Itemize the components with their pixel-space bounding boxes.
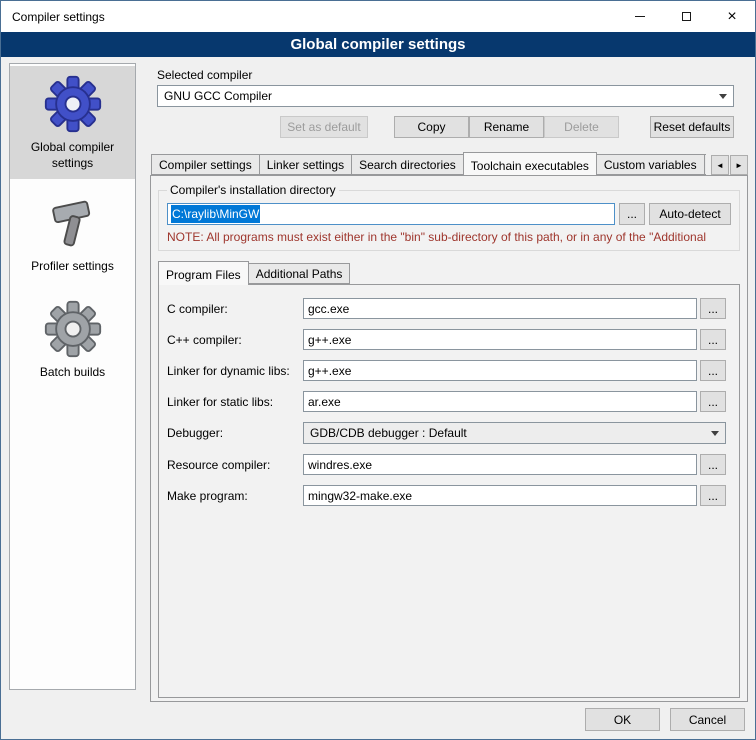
dialog-header: Global compiler settings xyxy=(1,32,755,57)
ok-button[interactable]: OK xyxy=(585,708,660,731)
install-dir-group: Compiler's installation directory C:\ray… xyxy=(158,183,740,251)
tab-scroll-left-button[interactable]: ◄ xyxy=(711,155,729,175)
make-program-label: Make program: xyxy=(167,489,303,503)
program-files-page: C compiler: ... C++ compiler: ... Linker… xyxy=(158,284,740,698)
sidebar-item-batch-builds[interactable]: Batch builds xyxy=(10,291,135,389)
dynamic-linker-browse-button[interactable]: ... xyxy=(700,360,726,381)
tab-search-directories[interactable]: Search directories xyxy=(351,154,464,175)
selected-compiler-label: Selected compiler xyxy=(157,68,748,82)
dynamic-linker-label: Linker for dynamic libs: xyxy=(167,364,303,378)
tab-scroll-right-button[interactable]: ► xyxy=(730,155,748,175)
close-icon: × xyxy=(727,9,736,25)
install-dir-note: NOTE: All programs must exist either in … xyxy=(167,230,731,244)
rename-button[interactable]: Rename xyxy=(469,116,544,138)
arrow-left-icon: ◄ xyxy=(716,161,724,170)
cpp-compiler-browse-button[interactable]: ... xyxy=(700,329,726,350)
window-controls: × xyxy=(617,1,755,32)
install-dir-row: C:\raylib\MinGW ... Auto-detect xyxy=(167,203,731,225)
arrow-right-icon: ► xyxy=(735,161,743,170)
debugger-label: Debugger: xyxy=(167,426,303,440)
resource-compiler-label: Resource compiler: xyxy=(167,458,303,472)
tab-build-options-truncated[interactable]: Builc xyxy=(704,154,706,175)
autodetect-button[interactable]: Auto-detect xyxy=(649,203,731,225)
delete-button[interactable]: Delete xyxy=(544,116,619,138)
c-compiler-label: C compiler: xyxy=(167,302,303,316)
compiler-combobox-value: GNU GCC Compiler xyxy=(164,89,272,103)
window-title: Compiler settings xyxy=(1,10,105,24)
install-dir-selected-text: C:\raylib\MinGW xyxy=(171,205,260,223)
debugger-combobox-value: GDB/CDB debugger : Default xyxy=(310,426,467,440)
dynamic-linker-row: Linker for dynamic libs: ... xyxy=(167,360,726,381)
toolchain-executables-page: Compiler's installation directory C:\ray… xyxy=(150,175,748,702)
make-program-browse-button[interactable]: ... xyxy=(700,485,726,506)
cpp-compiler-row: C++ compiler: ... xyxy=(167,329,726,350)
tab-program-files[interactable]: Program Files xyxy=(158,261,249,285)
install-dir-group-label: Compiler's installation directory xyxy=(167,183,339,197)
gear-gray-icon xyxy=(43,299,103,359)
c-compiler-browse-button[interactable]: ... xyxy=(700,298,726,319)
sidebar-item-profiler-settings[interactable]: Profiler settings xyxy=(10,187,135,283)
c-compiler-row: C compiler: ... xyxy=(167,298,726,319)
sidebar-item-label: Profiler settings xyxy=(31,259,114,275)
static-linker-row: Linker for static libs: ... xyxy=(167,391,726,412)
install-dir-browse-button[interactable]: ... xyxy=(619,203,645,225)
reset-defaults-button[interactable]: Reset defaults xyxy=(650,116,734,138)
dynamic-linker-input[interactable] xyxy=(303,360,697,381)
chevron-down-icon xyxy=(713,86,733,106)
chevron-down-icon xyxy=(705,423,725,443)
cpp-compiler-input[interactable] xyxy=(303,329,697,350)
copy-button[interactable]: Copy xyxy=(394,116,469,138)
debugger-row: Debugger: GDB/CDB debugger : Default xyxy=(167,422,726,444)
debugger-combobox[interactable]: GDB/CDB debugger : Default xyxy=(303,422,726,444)
tab-additional-paths[interactable]: Additional Paths xyxy=(248,263,351,284)
cancel-button[interactable]: Cancel xyxy=(670,708,745,731)
make-program-input[interactable] xyxy=(303,485,697,506)
compiler-combobox[interactable]: GNU GCC Compiler xyxy=(157,85,734,107)
sidebar-item-label: Batch builds xyxy=(40,365,105,381)
tab-custom-variables[interactable]: Custom variables xyxy=(596,154,705,175)
settings-tabs: Compiler settings Linker settings Search… xyxy=(151,152,706,175)
main-panel: Selected compiler GNU GCC Compiler Set a… xyxy=(150,62,748,702)
install-dir-input[interactable]: C:\raylib\MinGW xyxy=(167,203,615,225)
settings-sidebar: Global compiler settings Profiler settin… xyxy=(9,63,136,690)
set-as-default-button[interactable]: Set as default xyxy=(280,116,368,138)
resource-compiler-input[interactable] xyxy=(303,454,697,475)
tab-scroll-buttons: ◄ ► xyxy=(710,155,748,175)
static-linker-label: Linker for static libs: xyxy=(167,395,303,409)
tab-toolchain-executables[interactable]: Toolchain executables xyxy=(463,152,597,175)
c-compiler-input[interactable] xyxy=(303,298,697,319)
maximize-icon xyxy=(682,12,691,21)
tab-linker-settings[interactable]: Linker settings xyxy=(259,154,352,175)
profiler-tool-icon xyxy=(45,195,101,253)
maximize-button[interactable] xyxy=(663,1,709,32)
compiler-settings-dialog: Compiler settings × Global compiler sett… xyxy=(0,0,756,740)
sidebar-item-global-compiler-settings[interactable]: Global compiler settings xyxy=(10,66,135,179)
program-tabstrip: Program Files Additional Paths xyxy=(158,261,747,284)
close-button[interactable]: × xyxy=(709,1,755,32)
dialog-header-title: Global compiler settings xyxy=(290,36,465,53)
minimize-icon xyxy=(635,16,645,17)
sidebar-item-label: Global compiler settings xyxy=(12,140,133,171)
cpp-compiler-label: C++ compiler: xyxy=(167,333,303,347)
static-linker-browse-button[interactable]: ... xyxy=(700,391,726,412)
minimize-button[interactable] xyxy=(617,1,663,32)
static-linker-input[interactable] xyxy=(303,391,697,412)
compiler-action-row: Set as default Copy Rename Delete Reset … xyxy=(157,116,734,138)
make-program-row: Make program: ... xyxy=(167,485,726,506)
resource-compiler-browse-button[interactable]: ... xyxy=(700,454,726,475)
gear-blue-icon xyxy=(43,74,103,134)
dialog-footer: OK Cancel xyxy=(585,708,745,731)
titlebar: Compiler settings × xyxy=(1,1,755,32)
tab-compiler-settings[interactable]: Compiler settings xyxy=(151,154,260,175)
resource-compiler-row: Resource compiler: ... xyxy=(167,454,726,475)
settings-tabstrip: Compiler settings Linker settings Search… xyxy=(150,152,748,175)
